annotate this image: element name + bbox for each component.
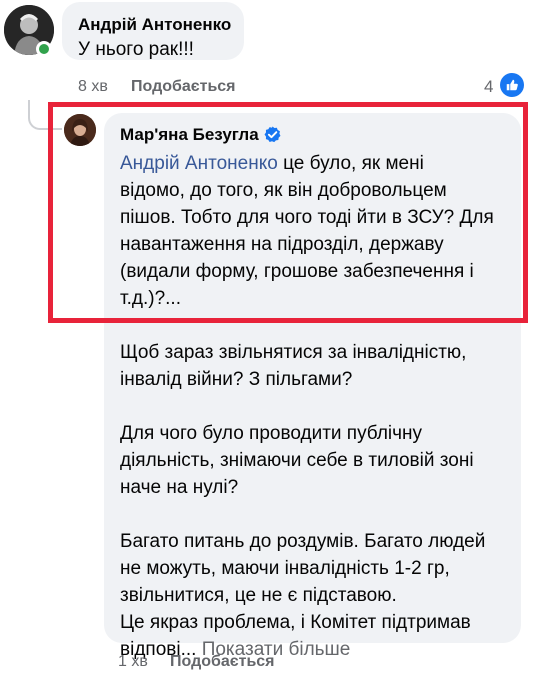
like-button[interactable]: Подобається — [170, 653, 275, 671]
comment-line: наче на нулі? — [120, 477, 239, 498]
comment-line: інвалід війни? З пільгами? — [120, 369, 353, 390]
comment-line — [120, 393, 515, 420]
comment-text: У нього рак!!! — [78, 39, 194, 60]
comment-author[interactable]: Андрій Антоненко — [78, 15, 231, 35]
comment-line: Щоб зараз звільнятися за інвалідністю, — [120, 342, 467, 363]
red-highlight-frame — [48, 102, 528, 323]
comment-line — [120, 501, 515, 528]
comment-line: діяльність, знімаючи себе в тиловій зоні — [120, 450, 474, 471]
like-button[interactable]: Подобається — [131, 78, 236, 96]
comment-line: Багато питань до роздумів. Багато людей — [120, 531, 486, 552]
comment-line: звільнитися, це не є підставою. — [120, 585, 397, 606]
comment-line: Це якраз проблема, і Комітет підтримав — [120, 612, 471, 633]
comment-line: не можуть, маючи інвалідність 1-2 гр, — [120, 558, 450, 579]
reaction-count[interactable]: 4 — [484, 77, 493, 97]
comment-line: Для чого було проводити публічну — [120, 423, 423, 444]
comment-timestamp[interactable]: 8 хв — [78, 78, 108, 96]
online-status-icon — [36, 41, 52, 57]
comment-timestamp[interactable]: 1 хв — [118, 653, 148, 671]
thumbs-up-icon[interactable] — [500, 73, 524, 97]
